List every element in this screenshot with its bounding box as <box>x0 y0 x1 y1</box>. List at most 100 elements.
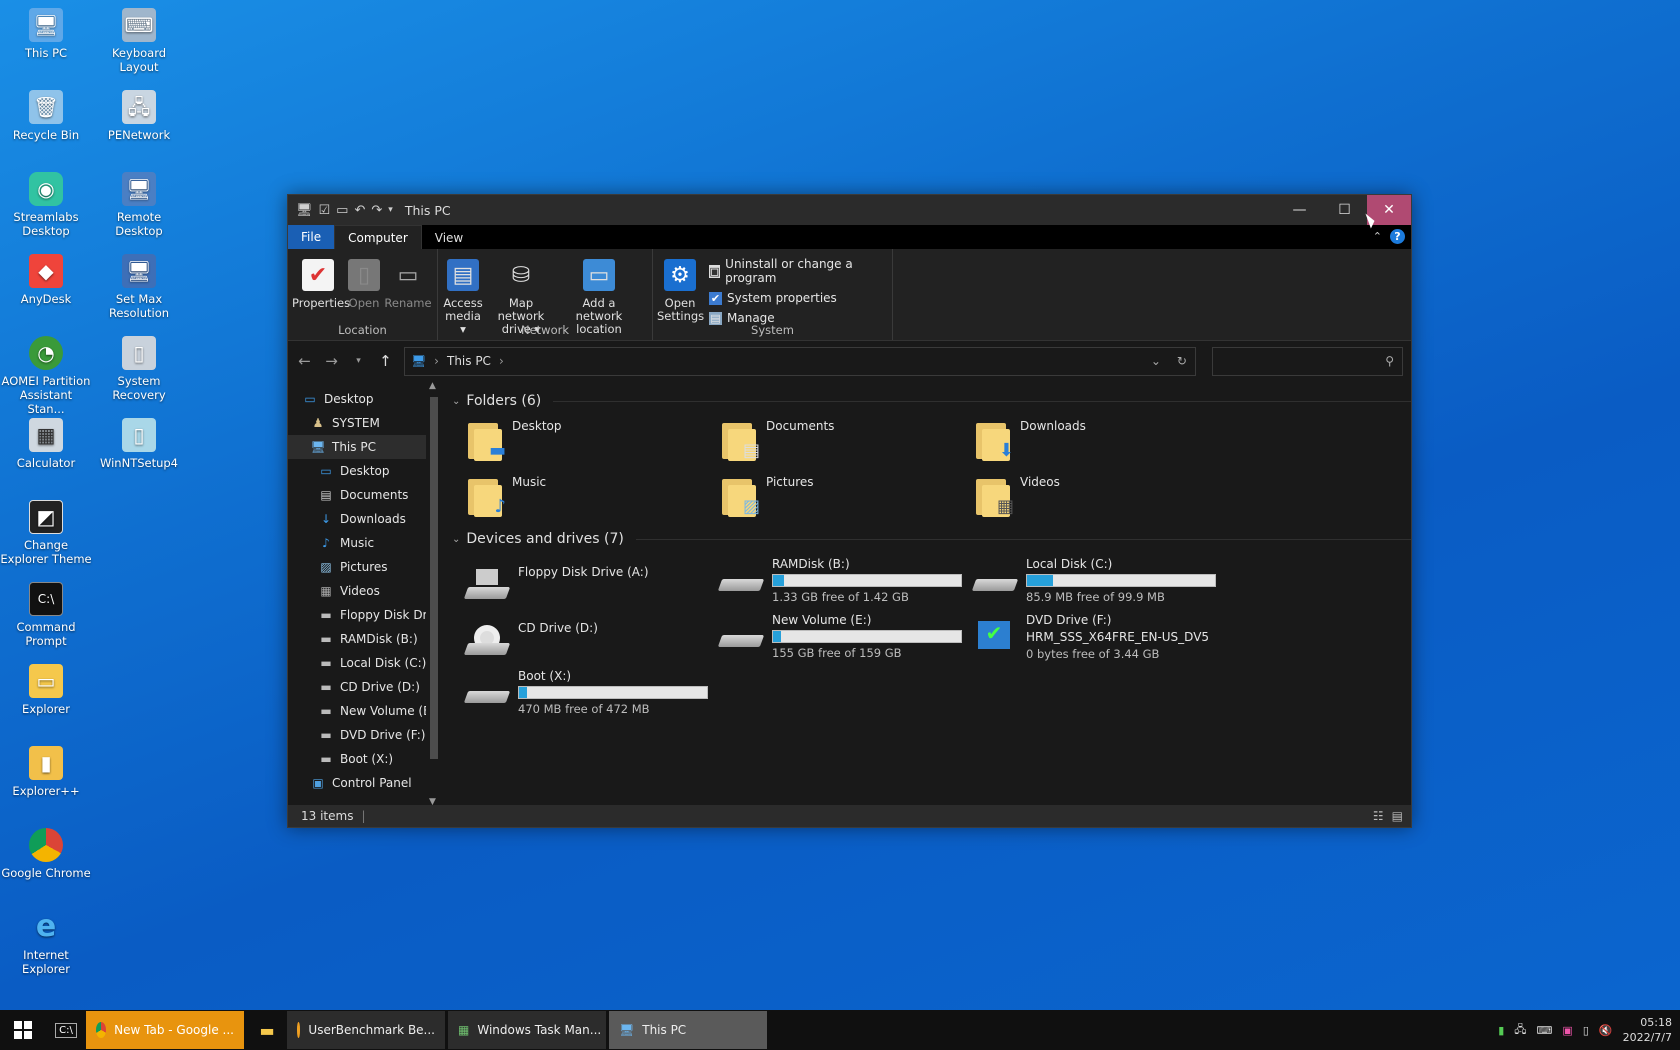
address-bar[interactable]: 🖥 › This PC › ⌄ ↻ <box>403 346 1196 376</box>
desktop-icon-google-chrome[interactable]: Google Chrome <box>0 828 92 880</box>
drive-item[interactable]: Floppy Disk Drive (A:) <box>452 551 706 607</box>
nav-item[interactable]: ♪ Music <box>288 531 426 555</box>
taskbar-userbenchmark-button[interactable]: UserBenchmark Be... <box>287 1011 445 1049</box>
folders-section-header[interactable]: ⌄ Folders (6) <box>452 389 1411 413</box>
chevron-down-icon[interactable]: ⌄ <box>1151 354 1161 368</box>
recent-locations-button[interactable]: ▾ <box>350 356 367 366</box>
drive-item[interactable]: New Volume (E:) 155 GB free of 159 GB <box>706 607 962 663</box>
desktop-icon-internet-explorer[interactable]: e Internet Explorer <box>0 910 92 977</box>
tab-computer[interactable]: Computer <box>334 225 422 249</box>
nav-item[interactable]: ▭ Desktop <box>288 387 426 411</box>
desktop-icon-explorer[interactable]: ▭ Explorer <box>0 664 92 716</box>
redo-icon[interactable]: ↷ <box>371 203 382 218</box>
desktop-icon-recycle-bin[interactable]: 🗑 Recycle Bin <box>0 90 92 142</box>
nav-item[interactable]: ▣ Control Panel <box>288 771 426 795</box>
nav-item[interactable]: ▬ Floppy Disk Dri <box>288 603 426 627</box>
drive-usage-bar <box>1026 574 1216 587</box>
nav-item[interactable]: ▤ Documents <box>288 483 426 507</box>
new-folder-icon[interactable]: ▭ <box>336 203 348 218</box>
taskbar-this-pc-button[interactable]: 🖥 This PC <box>609 1011 767 1049</box>
folder-item[interactable]: ▬ Desktop <box>452 413 706 469</box>
desktop-icon-set-max-resolution[interactable]: 🖥 Set Max Resolution <box>93 254 185 320</box>
drive-item[interactable]: Local Disk (C:) 85.9 MB free of 99.9 MB <box>960 551 1216 607</box>
tab-view[interactable]: View <box>422 227 476 249</box>
nav-item[interactable]: ▬ DVD Drive (F:) I <box>288 723 426 747</box>
desktop-icon-calculator[interactable]: ▦ Calculator <box>0 418 92 470</box>
tray-app-icon[interactable]: ▮ <box>1498 1024 1504 1037</box>
nav-item[interactable]: ▬ Local Disk (C:) <box>288 651 426 675</box>
desktop-icon-streamlabs[interactable]: ◉ Streamlabs Desktop <box>0 172 92 238</box>
minimize-button[interactable]: — <box>1277 195 1322 225</box>
nav-item[interactable]: 🖥 This PC <box>288 435 426 459</box>
nav-item[interactable]: ▬ RAMDisk (B:) <box>288 627 426 651</box>
system-properties-button[interactable]: ✔ System properties <box>709 291 882 305</box>
taskbar-explorer-button[interactable]: ▬ <box>247 1010 287 1050</box>
usb-icon[interactable]: ▯ <box>1583 1024 1589 1037</box>
uninstall-program-button[interactable]: ▣ Uninstall or change a program <box>709 257 882 285</box>
up-button[interactable]: ↑ <box>377 352 394 370</box>
nav-item[interactable]: ▬ CD Drive (D:) <box>288 675 426 699</box>
large-icons-view-icon[interactable]: ▤ <box>1392 809 1403 823</box>
keyboard-icon[interactable]: ⌨ <box>1537 1024 1553 1037</box>
desktop-icon-winntsetup4[interactable]: ▯ WinNTSetup4 <box>93 418 185 470</box>
forward-button[interactable]: → <box>323 352 340 370</box>
taskbar-task-manager-button[interactable]: ▦ Windows Task Man... <box>448 1011 606 1049</box>
title-bar[interactable]: 🖥 ☑ ▭ ↶ ↷ ▾ This PC — ☐ ✕ <box>288 195 1411 225</box>
desktop-icon-anydesk[interactable]: ◆ AnyDesk <box>0 254 92 306</box>
volume-muted-icon[interactable]: 🔇 <box>1599 1024 1613 1037</box>
breadcrumb[interactable]: This PC <box>447 354 491 368</box>
folder-icon: ▬ <box>466 419 506 461</box>
desktop-icon-keyboard-layout[interactable]: ⌨ Keyboard Layout <box>93 8 185 74</box>
taskbar-cmd-button[interactable]: C:\ <box>46 1010 86 1050</box>
drive-item[interactable]: CD Drive (D:) <box>452 607 706 663</box>
folder-item[interactable]: ▨ Pictures <box>706 469 960 525</box>
nav-item[interactable]: ▦ Videos <box>288 579 426 603</box>
nav-item[interactable]: ▬ Boot (X:) <box>288 747 426 771</box>
desktop-icon-system-recovery[interactable]: ▯ System Recovery <box>93 336 185 402</box>
nav-item[interactable]: ↓ Downloads <box>288 507 426 531</box>
desktop-icon-change-explorer-theme[interactable]: ◩ Change Explorer Theme <box>0 500 92 566</box>
scrollbar-thumb[interactable] <box>430 397 438 759</box>
color-icon[interactable]: ▣ <box>1562 1024 1572 1037</box>
drives-section-header[interactable]: ⌄ Devices and drives (7) <box>452 527 1411 551</box>
network-icon[interactable]: 🖧 <box>1514 1021 1526 1040</box>
desktop-icon-this-pc[interactable]: 🖥 This PC <box>0 8 92 60</box>
nav-item-label: Music <box>340 536 375 550</box>
desktop-icon-remote-desktop[interactable]: 🖥 Remote Desktop <box>93 172 185 238</box>
chevron-down-icon[interactable]: ▾ <box>388 205 393 215</box>
undo-icon[interactable]: ↶ <box>354 203 365 218</box>
desktop-icon-penetwork[interactable]: 🖧 PENetwork <box>93 90 185 142</box>
folder-item[interactable]: ♪ Music <box>452 469 706 525</box>
collapse-ribbon-icon[interactable]: ⌃ <box>1373 230 1382 243</box>
streamlabs-icon: ◉ <box>29 172 63 206</box>
desktop-icon-command-prompt[interactable]: C:\ Command Prompt <box>0 582 92 648</box>
scroll-up-icon[interactable]: ▲ <box>429 381 436 391</box>
tab-file[interactable]: File <box>288 225 335 249</box>
folder-item[interactable]: ▦ Videos <box>960 469 1214 525</box>
desktop-icon-explorer-plus[interactable]: ▮ Explorer++ <box>0 746 92 798</box>
back-button[interactable]: ← <box>296 352 313 370</box>
drive-item[interactable]: Boot (X:) 470 MB free of 472 MB <box>452 663 708 719</box>
clock[interactable]: 05:18 2022/7/7 <box>1623 1015 1672 1045</box>
desktop-icon-aomei[interactable]: ◔ AOMEI Partition Assistant Stan... <box>0 336 92 416</box>
folder-item[interactable]: ▤ Documents <box>706 413 960 469</box>
explorer-window: 🖥 ☑ ▭ ↶ ↷ ▾ This PC — ☐ ✕ File Computer … <box>287 194 1412 828</box>
refresh-icon[interactable]: ↻ <box>1177 354 1187 368</box>
help-icon[interactable]: ? <box>1390 229 1405 244</box>
maximize-button[interactable]: ☐ <box>1322 195 1367 225</box>
chevron-down-icon: ⌄ <box>452 533 461 545</box>
nav-item[interactable]: ▬ New Volume (E <box>288 699 426 723</box>
search-input[interactable]: ⚲ <box>1211 346 1404 376</box>
nav-item[interactable]: ♟ SYSTEM <box>288 411 426 435</box>
details-view-icon[interactable]: ☷ <box>1373 809 1384 823</box>
properties-icon[interactable]: ☑ <box>319 203 331 218</box>
nav-scrollbar[interactable]: ▲ ▼ <box>426 381 442 809</box>
taskbar-chrome-button[interactable]: New Tab - Google ... <box>86 1011 244 1049</box>
drive-item[interactable]: ✔ DVD Drive (F:) HRM_SSS_X64FRE_EN-US_DV5 0… <box>960 607 1214 663</box>
start-button[interactable] <box>0 1010 46 1050</box>
nav-item[interactable]: ▭ Desktop <box>288 459 426 483</box>
drive-item[interactable]: RAMDisk (B:) 1.33 GB free of 1.42 GB <box>706 551 962 607</box>
folder-item[interactable]: ⬇ Downloads <box>960 413 1214 469</box>
nav-item[interactable]: ▨ Pictures <box>288 555 426 579</box>
status-bar: 13 items | ☷ ▤ <box>288 805 1411 827</box>
